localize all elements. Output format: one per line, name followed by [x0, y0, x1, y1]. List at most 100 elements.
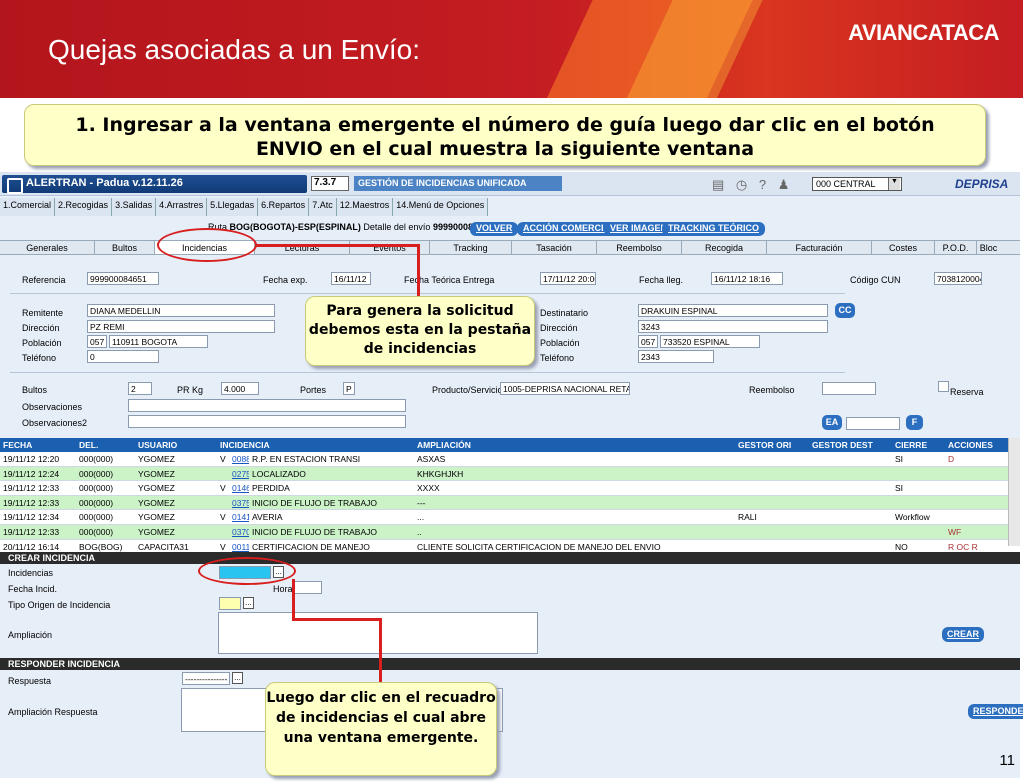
- remitente-field[interactable]: DIANA MEDELLIN: [87, 304, 275, 317]
- tab-tasacion[interactable]: Tasación: [512, 241, 597, 254]
- annotation-line: [379, 618, 382, 682]
- prkg-field[interactable]: 4.000: [221, 382, 259, 395]
- table-cell-inc: INICIO DE FLUJO DE TRABAJO: [252, 526, 378, 537]
- table-cell-amp: XXXX: [417, 483, 440, 494]
- table-cell-v: V: [220, 454, 226, 464]
- ea-field[interactable]: [846, 417, 900, 430]
- telefono-dest-field[interactable]: 2343: [638, 350, 714, 363]
- tab-reembolso[interactable]: Reembolso: [597, 241, 682, 254]
- table-cell-fecha: 19/11/12 12:24: [3, 468, 60, 479]
- table-cell-code[interactable]: 0375: [229, 496, 249, 510]
- office-select[interactable]: 000 CENTRAL ▼: [812, 177, 902, 191]
- chevron-down-icon[interactable]: ▼: [888, 178, 900, 190]
- tab-tracking[interactable]: Tracking: [430, 241, 512, 254]
- referencia-field[interactable]: 999900084651: [87, 272, 159, 285]
- tipo-origen-lookup-button[interactable]: ...: [243, 597, 254, 609]
- reembolso-label: Reembolso: [749, 385, 795, 395]
- referencia-label: Referencia: [22, 275, 66, 285]
- table-cell-gori: [735, 481, 809, 495]
- menu-item[interactable]: 5.Llegadas: [207, 198, 259, 216]
- tab-recogida[interactable]: Recogida: [682, 241, 767, 254]
- f-button[interactable]: F: [906, 415, 923, 430]
- menu-item[interactable]: 4.Arrastres: [156, 198, 208, 216]
- menu-item[interactable]: 1.Comercial: [0, 198, 56, 216]
- destinatario-label: Destinatario: [540, 308, 589, 318]
- responder-button[interactable]: RESPONDER: [968, 704, 1023, 719]
- table-cell-gori: RALI: [738, 512, 757, 523]
- tab-lecturas[interactable]: Lecturas: [255, 241, 350, 254]
- hora-field[interactable]: [294, 581, 322, 594]
- column-header: AMPLIACIÓN: [417, 440, 471, 450]
- producto-field[interactable]: 1005-DEPRISA NACIONAL RETAIL: [500, 382, 630, 395]
- fecha-exp-field[interactable]: 16/11/12: [331, 272, 371, 285]
- tab-pod[interactable]: P.O.D.: [935, 241, 977, 254]
- table-cell-inc: R.P. EN ESTACION TRANSI: [252, 454, 361, 464]
- telefono-dest-label: Teléfono: [540, 353, 575, 363]
- fecha-lleg-label: Fecha lleg.: [639, 275, 684, 285]
- tipo-origen-field[interactable]: [219, 597, 241, 610]
- direccion-field[interactable]: PZ REMI: [87, 320, 275, 333]
- volver-button[interactable]: VOLVER: [470, 222, 519, 236]
- table-cell-usuario: YGOMEZ: [138, 497, 175, 508]
- poblacion-field[interactable]: 110911 BOGOTA: [109, 335, 208, 348]
- table-row[interactable]: 19/11/12 12:24 000(000) YGOMEZ 0275 LOCALIZA…: [0, 466, 1020, 482]
- menu-item[interactable]: 12.Maestros: [336, 198, 394, 216]
- direccion-dest-field[interactable]: 3243: [638, 320, 828, 333]
- observaciones-field[interactable]: [128, 399, 406, 412]
- cc-button[interactable]: CC: [835, 303, 855, 318]
- table-row[interactable]: 19/11/12 12:33 000(000) YGOMEZ 0370 INICIO D…: [0, 524, 1020, 540]
- table-cell-code[interactable]: 0370: [229, 525, 249, 539]
- table-row[interactable]: 19/11/12 12:33 000(000) YGOMEZ 0375 INICIO D…: [0, 495, 1020, 511]
- codigo-cun-label: Código CUN: [850, 275, 901, 285]
- table-cell-code[interactable]: 0088: [229, 452, 249, 466]
- codigo-cun-field[interactable]: 70381200046: [934, 272, 982, 285]
- observaciones2-field[interactable]: [128, 415, 406, 428]
- version-field[interactable]: 7.3.7: [311, 176, 349, 191]
- menu-item[interactable]: 6.Repartos: [258, 198, 310, 216]
- tab-generales[interactable]: Generales: [0, 241, 95, 254]
- crear-button[interactable]: CREAR: [942, 627, 985, 642]
- menu-item[interactable]: 3.Salidas: [112, 198, 157, 216]
- table-row[interactable]: 19/11/12 12:33 000(000) YGOMEZ V 0146 PERDIDA…: [0, 481, 1020, 496]
- menu-item[interactable]: 7.Atc: [309, 198, 337, 216]
- table-cell-code[interactable]: 0141: [229, 510, 249, 524]
- tab-costes[interactable]: Costes: [872, 241, 935, 254]
- table-row[interactable]: 19/11/12 12:34 000(000) YGOMEZ V 0141 AVERIA.…: [0, 510, 1020, 525]
- table-cell-amp: KHKGHJKH: [417, 468, 464, 479]
- portes-field[interactable]: P: [343, 382, 355, 395]
- menu-item[interactable]: 14.Menú de Opciones: [393, 198, 489, 216]
- telefono-field[interactable]: 0: [87, 350, 159, 363]
- table-cell-code[interactable]: 0146: [229, 481, 249, 495]
- table-cell-acc: [945, 481, 1007, 495]
- fecha-lleg-field[interactable]: 16/11/12 18:16: [711, 272, 783, 285]
- bultos-field[interactable]: 2: [128, 382, 152, 395]
- poblacion-dest-field[interactable]: 733520 ESPINAL: [660, 335, 760, 348]
- poblacion-label: Población: [22, 338, 62, 348]
- poblacion-dest-label: Población: [540, 338, 580, 348]
- destinatario-field[interactable]: DRAKUIN ESPINAL: [638, 304, 828, 317]
- table-cell-usuario: YGOMEZ: [138, 468, 175, 479]
- table-cell-gdest: [809, 452, 892, 466]
- tab-bultos[interactable]: Bultos: [95, 241, 155, 254]
- menu-item[interactable]: 2.Recogidas: [55, 198, 113, 216]
- ea-button[interactable]: EA: [822, 415, 842, 430]
- tab-facturacion[interactable]: Facturación: [767, 241, 872, 254]
- poblacion-code-field[interactable]: 057: [87, 335, 107, 348]
- tab-bloc[interactable]: Bloc: [977, 241, 1000, 254]
- table-cell-fecha: 19/11/12 12:33: [3, 483, 60, 494]
- fecha-teorica-field[interactable]: 17/11/12 20:00: [540, 272, 596, 285]
- table-row[interactable]: 19/11/12 12:20 000(000) YGOMEZ V 0088 R.P. EN…: [0, 452, 1020, 467]
- reembolso-field[interactable]: [822, 382, 876, 395]
- fecha-incid-label: Fecha Incid.: [8, 584, 58, 594]
- table-scrollbar[interactable]: [1008, 438, 1020, 546]
- poblacion-dest-code-field[interactable]: 057: [638, 335, 658, 348]
- table-cell-code[interactable]: 0275: [229, 467, 249, 481]
- reserva-checkbox[interactable]: [938, 381, 949, 392]
- column-header: ACCIONES: [948, 440, 993, 450]
- toolbar-icons[interactable]: ▤ ◷ ? ♟: [712, 177, 793, 193]
- tracking-teorico-button[interactable]: TRACKING TEÓRICO: [662, 222, 765, 236]
- table-cell-gdest: [809, 496, 892, 510]
- respuesta-field[interactable]: ---------------: [182, 672, 230, 685]
- incidents-table: FECHA DEL. USUARIO INCIDENCIA AMPLIACIÓN…: [0, 438, 1020, 555]
- respuesta-lookup-button[interactable]: ...: [232, 672, 243, 684]
